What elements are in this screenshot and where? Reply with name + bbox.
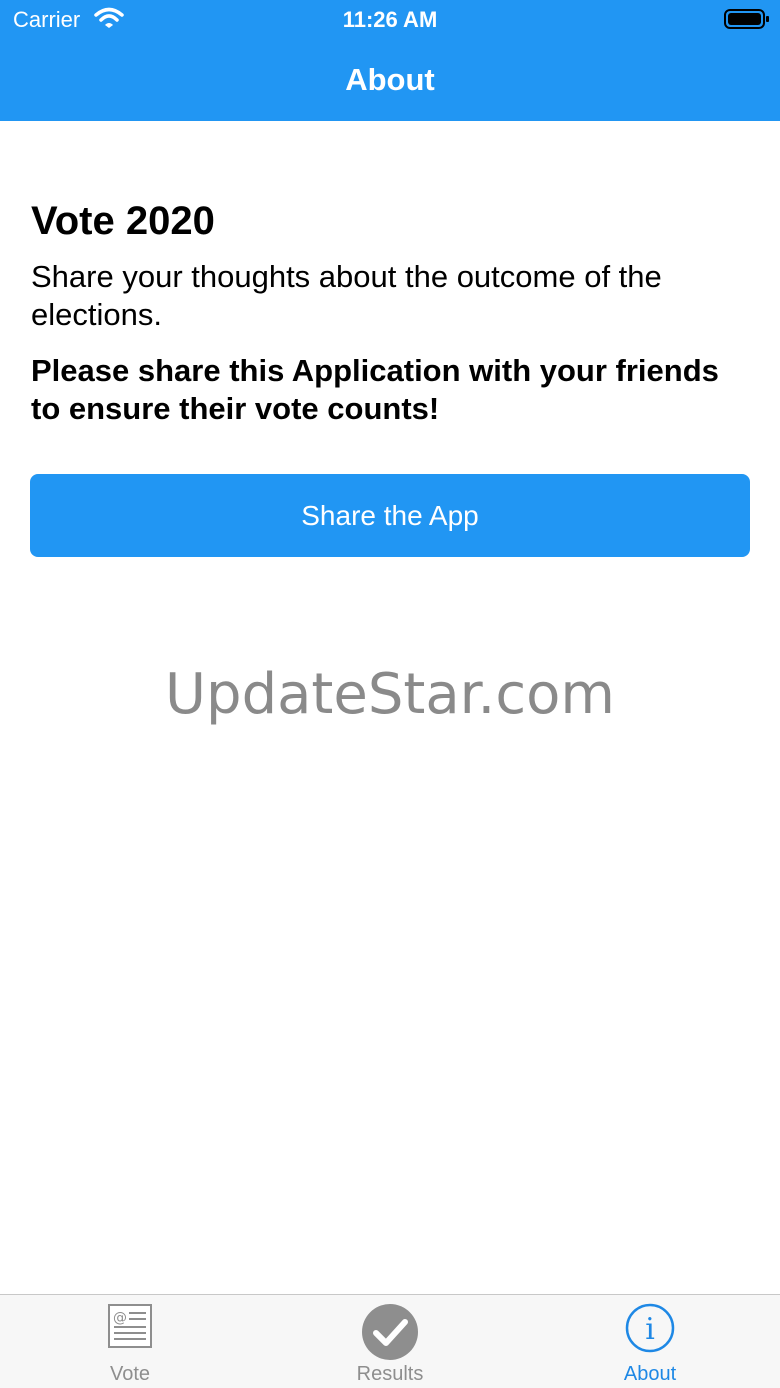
svg-text:i: i [645,1312,655,1347]
battery-icon [724,9,769,29]
tab-vote-label: Vote [109,1363,151,1385]
status-bar: Carrier 11:26 AM [0,0,780,40]
app-description: Share your thoughts about the outcome of… [31,259,662,332]
tab-vote[interactable]: @ Vote [0,1295,260,1388]
info-circle-icon: i [625,1303,675,1353]
share-app-button[interactable]: Share the App [30,474,750,557]
tab-about-label: About [623,1363,677,1385]
header: Carrier 11:26 AM About [0,0,780,121]
status-time: 11:26 AM [342,7,438,32]
tab-results-label: Results [356,1363,424,1385]
ballot-document-icon: @ [108,1304,152,1348]
share-call-to-action: Please share this Application with your … [31,353,719,426]
about-content: Vote 2020 Share your thoughts about the … [31,196,751,428]
app-title: Vote 2020 [31,199,215,243]
svg-text:@: @ [113,1310,127,1326]
watermark: UpdateStar.com [165,662,615,727]
page-title: About [345,62,435,97]
tab-results[interactable]: Results [260,1295,520,1388]
checkmark-circle-icon [362,1304,418,1360]
tab-about[interactable]: i About [520,1295,780,1388]
tab-bar: @ Vote Results i About [0,1294,780,1388]
